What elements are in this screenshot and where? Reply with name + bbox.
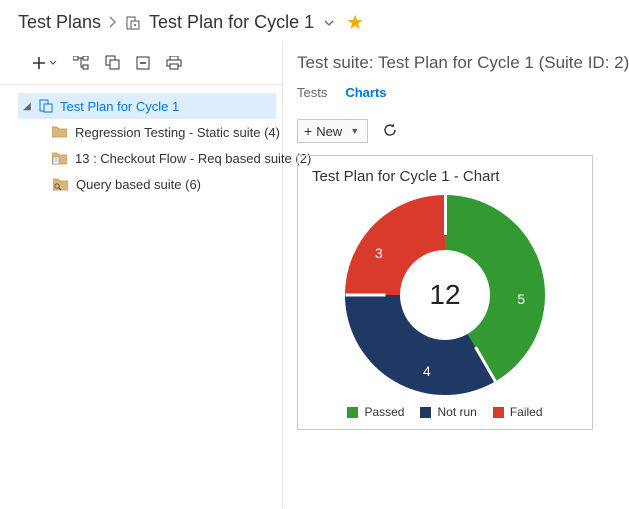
legend-swatch-icon <box>420 407 431 418</box>
chart-total: 12 <box>400 250 490 340</box>
caret-down-icon: ◢ <box>22 101 32 112</box>
slice-label-failed: 3 <box>375 245 383 261</box>
breadcrumb: Test Plans Test Plan for Cycle 1 ★ <box>0 0 629 41</box>
breadcrumb-root[interactable]: Test Plans <box>18 12 101 33</box>
chevron-down-icon[interactable] <box>324 17 334 29</box>
tree-root-label: Test Plan for Cycle 1 <box>60 99 179 114</box>
chevron-right-icon <box>109 15 117 31</box>
add-button[interactable] <box>32 56 57 70</box>
right-pane: Test suite: Test Plan for Cycle 1 (Suite… <box>283 41 629 508</box>
tree-root-item[interactable]: ◢ Test Plan for Cycle 1 <box>18 93 276 119</box>
legend-swatch-icon <box>493 407 504 418</box>
left-pane: ◢ Test Plan for Cycle 1 Regression Testi… <box>0 41 283 508</box>
suite-title: Test suite: Test Plan for Cycle 1 (Suite… <box>297 53 629 73</box>
plus-icon: + <box>304 123 312 139</box>
new-chart-button[interactable]: + New ▼ <box>297 119 368 143</box>
tree-item-req-suite[interactable]: 13 : Checkout Flow - Req based suite (2) <box>48 145 276 171</box>
slice-label-notrun: 4 <box>423 363 431 379</box>
tree-toolbar <box>0 51 282 85</box>
print-button[interactable] <box>166 56 182 70</box>
requirement-suite-icon <box>52 151 67 165</box>
legend-label: Passed <box>364 405 404 419</box>
legend-label: Not run <box>437 405 476 419</box>
new-button-label: New <box>316 124 342 139</box>
legend-swatch-icon <box>347 407 358 418</box>
tree-item-query-suite[interactable]: Query based suite (6) <box>48 171 276 197</box>
plan-icon <box>38 99 54 113</box>
copy-button[interactable] <box>105 55 120 70</box>
chevron-down-icon: ▼ <box>350 126 359 136</box>
legend-label: Failed <box>510 405 543 419</box>
tree-item-label: 13 : Checkout Flow - Req based suite (2) <box>75 151 311 166</box>
chart-legend: Passed Not run Failed <box>306 405 584 419</box>
tree-item-label: Query based suite (6) <box>76 177 201 192</box>
refresh-button[interactable] <box>382 122 398 141</box>
tab-charts[interactable]: Charts <box>345 81 386 104</box>
legend-notrun: Not run <box>420 405 476 419</box>
test-plan-icon <box>125 15 141 31</box>
slice-label-passed: 5 <box>517 291 525 307</box>
folder-icon <box>52 125 67 139</box>
query-suite-icon <box>52 177 68 191</box>
tabs: Tests Charts <box>297 81 629 105</box>
legend-passed: Passed <box>347 405 404 419</box>
tree-icon-button[interactable] <box>73 56 89 70</box>
tree-item-label: Regression Testing - Static suite (4) <box>75 125 280 140</box>
test-suite-tree: ◢ Test Plan for Cycle 1 Regression Testi… <box>0 85 282 197</box>
donut-chart: 12 5 4 3 <box>335 195 555 395</box>
favorite-star-icon[interactable]: ★ <box>346 10 364 35</box>
collapse-button[interactable] <box>136 56 150 70</box>
chart-toolbar: + New ▼ <box>297 111 629 155</box>
tab-tests[interactable]: Tests <box>297 81 327 104</box>
chart-title: Test Plan for Cycle 1 - Chart <box>312 168 584 185</box>
page-title[interactable]: Test Plan for Cycle 1 <box>149 12 314 33</box>
legend-failed: Failed <box>493 405 543 419</box>
chart-card: Test Plan for Cycle 1 - Chart 12 5 4 3 P… <box>297 155 593 430</box>
tree-item-static-suite[interactable]: Regression Testing - Static suite (4) <box>48 119 276 145</box>
